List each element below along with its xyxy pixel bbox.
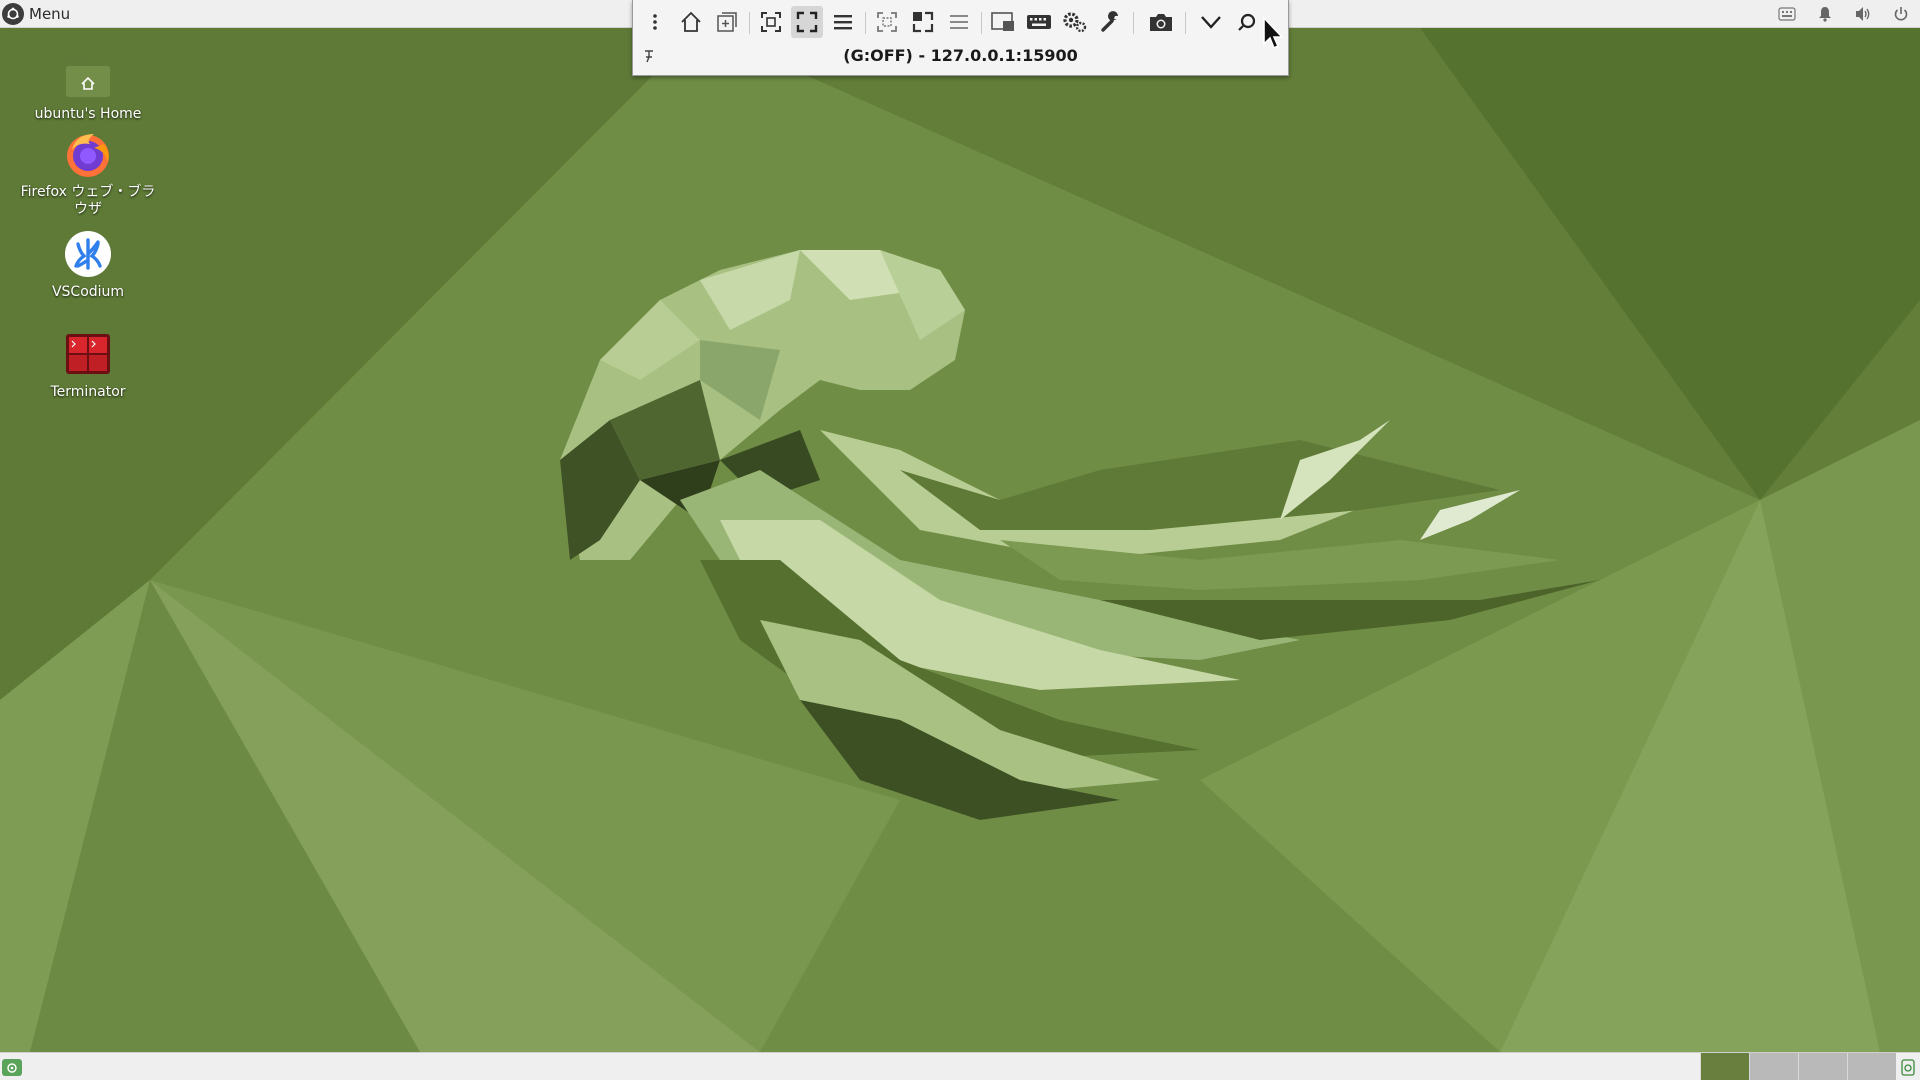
- desktop-icon-label: Terminator: [50, 384, 126, 400]
- toolbar-separator: [981, 12, 982, 34]
- desktop-icon-terminator[interactable]: Terminator: [18, 328, 158, 401]
- preferences-icon[interactable]: [1059, 6, 1091, 38]
- menu-button[interactable]: Menu: [0, 0, 76, 28]
- connection-title: (G:OFF) - 127.0.0.1:15900: [843, 46, 1078, 65]
- fit-window-icon[interactable]: [755, 6, 787, 38]
- minimize-chevron-icon[interactable]: [1195, 6, 1227, 38]
- new-connection-icon[interactable]: [711, 6, 743, 38]
- terminator-icon: [62, 328, 114, 380]
- desktop-wallpaper: [0, 0, 1920, 1080]
- show-desktop-icon[interactable]: [2, 1059, 22, 1076]
- desktop-icon-home[interactable]: ubuntu's Home: [18, 50, 158, 123]
- toolbar-buttons: [633, 4, 1288, 40]
- desktop-icon-label: Firefox ウェブ・ブラウザ: [20, 184, 156, 217]
- menu-dots-icon[interactable]: [639, 6, 671, 38]
- ubuntu-logo-icon: [2, 2, 24, 25]
- scaled-icon[interactable]: [871, 6, 903, 38]
- bottom-panel: [0, 1052, 1920, 1080]
- desktop-icon-vscodium[interactable]: VSCodium: [18, 228, 158, 301]
- toolbar-separator: [749, 12, 750, 34]
- desktop-icon-firefox[interactable]: Firefox ウェブ・ブラウザ: [18, 128, 158, 218]
- home-icon[interactable]: [675, 6, 707, 38]
- desktop-icon-label: ubuntu's Home: [34, 106, 142, 122]
- workspace-1[interactable]: [1700, 1053, 1749, 1080]
- toolbar-separator: [1133, 12, 1134, 34]
- viewport-icon[interactable]: [907, 6, 939, 38]
- home-folder-icon: [62, 50, 114, 102]
- toolbar-options-icon[interactable]: [827, 6, 859, 38]
- keyboard-icon[interactable]: [1768, 0, 1806, 28]
- multi-monitor-icon[interactable]: [987, 6, 1019, 38]
- toolbar-separator: [1185, 12, 1186, 34]
- system-tray: [1768, 0, 1920, 28]
- power-icon[interactable]: [1882, 0, 1920, 28]
- workspace-switcher: [1700, 1053, 1896, 1080]
- remote-viewer-toolbar: (G:OFF) - 127.0.0.1:15900: [632, 0, 1289, 76]
- notification-bell-icon[interactable]: [1806, 0, 1844, 28]
- tools-icon[interactable]: [1095, 6, 1127, 38]
- desktop-icon-label: VSCodium: [51, 284, 125, 300]
- disconnect-icon[interactable]: [1231, 6, 1263, 38]
- trash-icon[interactable]: [1898, 1057, 1918, 1077]
- vscodium-icon: [62, 228, 114, 280]
- toolbar-separator: [865, 12, 866, 34]
- workspace-2[interactable]: [1749, 1053, 1798, 1080]
- keyboard-icon[interactable]: [1023, 6, 1055, 38]
- menu-label: Menu: [29, 4, 71, 23]
- fullscreen-icon[interactable]: [791, 6, 823, 38]
- screenshot-icon[interactable]: [1145, 6, 1177, 38]
- volume-icon[interactable]: [1844, 0, 1882, 28]
- mouse-cursor-icon: [1263, 16, 1284, 50]
- list-icon[interactable]: [943, 6, 975, 38]
- firefox-icon: [62, 128, 114, 180]
- workspace-3[interactable]: [1798, 1053, 1847, 1080]
- workspace-4[interactable]: [1847, 1053, 1896, 1080]
